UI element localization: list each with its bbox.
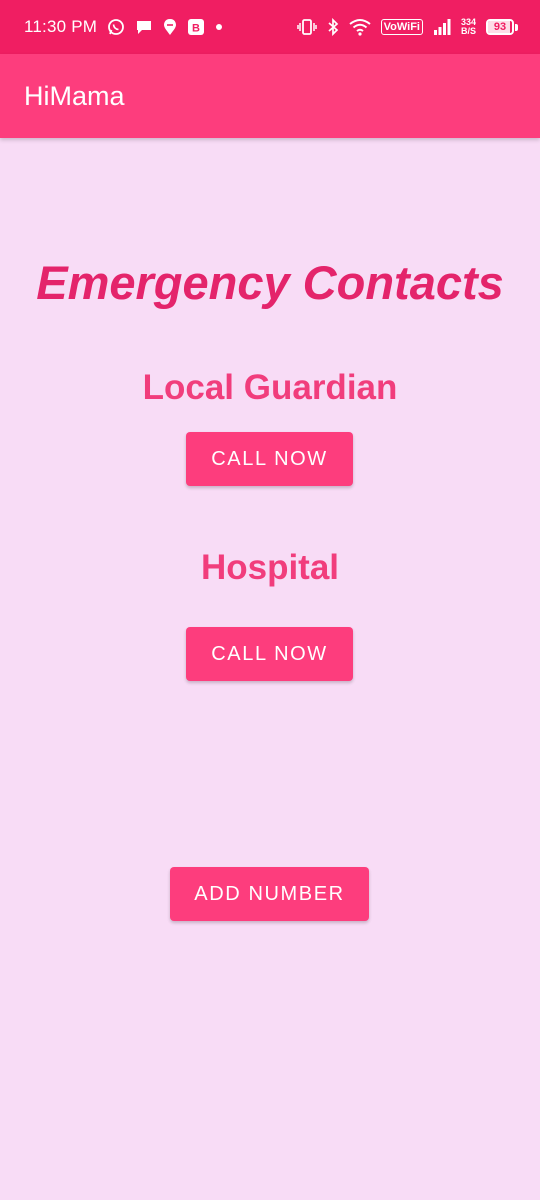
bluetooth-icon: [327, 17, 339, 37]
add-number-button[interactable]: ADD NUMBER: [170, 867, 369, 921]
app-bar: HiMama: [0, 54, 540, 138]
app-badge-letter: B: [192, 23, 200, 35]
battery-cap: [515, 23, 518, 31]
app-badge-icon: B: [187, 17, 205, 37]
status-time: 11:30 PM: [24, 17, 98, 36]
signal-icon: [433, 17, 451, 37]
chat-bubble-icon: [135, 17, 153, 37]
network-speed-unit: B/S: [460, 26, 476, 36]
contact-name-local-guardian: Local Guardian: [142, 368, 398, 407]
contact-name-hospital: Hospital: [200, 548, 340, 587]
call-local-guardian-button[interactable]: CALL NOW: [186, 432, 353, 486]
wifi-icon: [348, 17, 371, 37]
battery-icon: 93: [486, 19, 518, 35]
swiggy-icon: [163, 17, 177, 37]
whatsapp-icon: [107, 17, 125, 37]
network-speed: 334 B/S: [461, 18, 476, 36]
page-title: Emergency Contacts: [36, 256, 504, 309]
call-hospital-button[interactable]: CALL NOW: [186, 627, 353, 681]
status-right: VoWiFi 334 B/S 93: [296, 17, 518, 37]
battery-body: 93: [486, 19, 514, 35]
status-bar: 11:30 PM B VoWiFi 334 B/S 93: [0, 0, 540, 54]
vowifi-badge: VoWiFi: [380, 19, 423, 35]
vibrate-icon: [296, 17, 317, 37]
status-left: 11:30 PM B: [24, 17, 223, 37]
battery-level: 93: [493, 21, 507, 33]
app-title: HiMama: [24, 80, 125, 111]
notification-dot-icon: [215, 17, 223, 37]
